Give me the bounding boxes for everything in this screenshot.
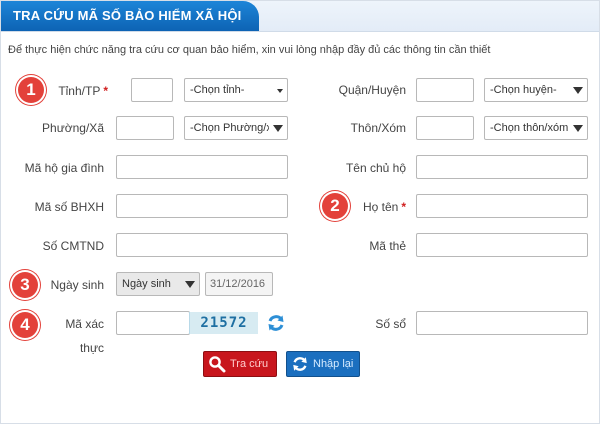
province-select-value: -Chọn tỉnh-: [190, 84, 245, 96]
chevron-down-icon: [185, 281, 195, 288]
household-code-input[interactable]: [116, 155, 288, 179]
step-badge-4: 4: [12, 312, 38, 338]
ward-label: Phường/Xã: [42, 121, 104, 135]
full-name-input[interactable]: [416, 194, 588, 218]
chevron-down-icon: [573, 125, 583, 132]
full-name-label-text: Họ tên: [362, 200, 399, 214]
birth-date-label: Ngày sinh: [50, 278, 104, 292]
household-head-label: Tên chủ hộ: [345, 161, 406, 175]
province-label-text: Tỉnh/TP: [58, 84, 101, 98]
household-code-label: Mã hộ gia đình: [24, 161, 104, 175]
captcha-image: 21572: [189, 312, 258, 334]
ward-select[interactable]: -Chọn Phường/xã: [184, 116, 288, 140]
chevron-down-icon: [573, 87, 583, 94]
district-select[interactable]: -Chọn huyện-: [484, 78, 588, 102]
book-number-input[interactable]: [416, 311, 588, 335]
province-label: Tỉnh/TP *: [52, 79, 108, 103]
reset-button-label: Nhập lại: [313, 358, 354, 370]
search-icon: [209, 356, 226, 373]
birth-date-type-value: Ngày sinh: [122, 278, 171, 290]
step-badge-2: 2: [322, 193, 348, 219]
refresh-icon: [293, 357, 307, 371]
hamlet-code-input[interactable]: [416, 116, 474, 140]
birth-date-input[interactable]: 31/12/2016: [205, 272, 273, 296]
ward-code-input[interactable]: [116, 116, 174, 140]
chevron-down-icon: [277, 89, 283, 93]
reset-button[interactable]: Nhập lại: [286, 351, 360, 377]
province-code-input[interactable]: [131, 78, 173, 102]
district-code-input[interactable]: [416, 78, 474, 102]
birth-date-type-select[interactable]: Ngày sinh: [116, 272, 200, 296]
header-bar: TRA CỨU MÃ SỐ BẢO HIỂM XÃ HỘI: [1, 1, 599, 32]
required-marker: *: [103, 84, 108, 98]
district-select-value: -Chọn huyện-: [490, 84, 557, 96]
id-number-input[interactable]: [116, 233, 288, 257]
bhxh-code-label: Mã số BHXH: [34, 200, 104, 214]
refresh-captcha-icon[interactable]: [266, 313, 286, 333]
hamlet-select-value: -Chọn thôn/xóm: [490, 122, 569, 134]
district-label: Quận/Huyện: [338, 83, 406, 97]
hamlet-label: Thôn/Xóm: [350, 121, 406, 135]
page-title: TRA CỨU MÃ SỐ BẢO HIỂM XÃ HỘI: [1, 1, 259, 31]
required-marker: *: [401, 200, 406, 214]
card-code-label: Mã thẻ: [369, 239, 406, 253]
captcha-input[interactable]: [116, 311, 190, 335]
household-head-input[interactable]: [416, 155, 588, 179]
id-number-label: Số CMTND: [42, 239, 104, 253]
card-code-input[interactable]: [416, 233, 588, 257]
province-select[interactable]: -Chọn tỉnh-: [184, 78, 288, 102]
hamlet-select[interactable]: -Chọn thôn/xóm: [484, 116, 588, 140]
chevron-down-icon: [273, 125, 283, 132]
instruction-text: Để thực hiện chức năng tra cứu cơ quan b…: [8, 44, 491, 56]
step-badge-3: 3: [12, 272, 38, 298]
full-name-label: Họ tên *: [352, 195, 406, 219]
search-button-label: Tra cứu: [230, 358, 269, 370]
captcha-label: Mã xác thực: [65, 317, 104, 355]
ward-select-value: -Chọn Phường/xã: [190, 122, 269, 134]
search-button[interactable]: Tra cứu: [203, 351, 277, 377]
step-badge-1: 1: [18, 77, 44, 103]
bhxh-code-input[interactable]: [116, 194, 288, 218]
book-number-label: Số sổ: [375, 317, 406, 331]
